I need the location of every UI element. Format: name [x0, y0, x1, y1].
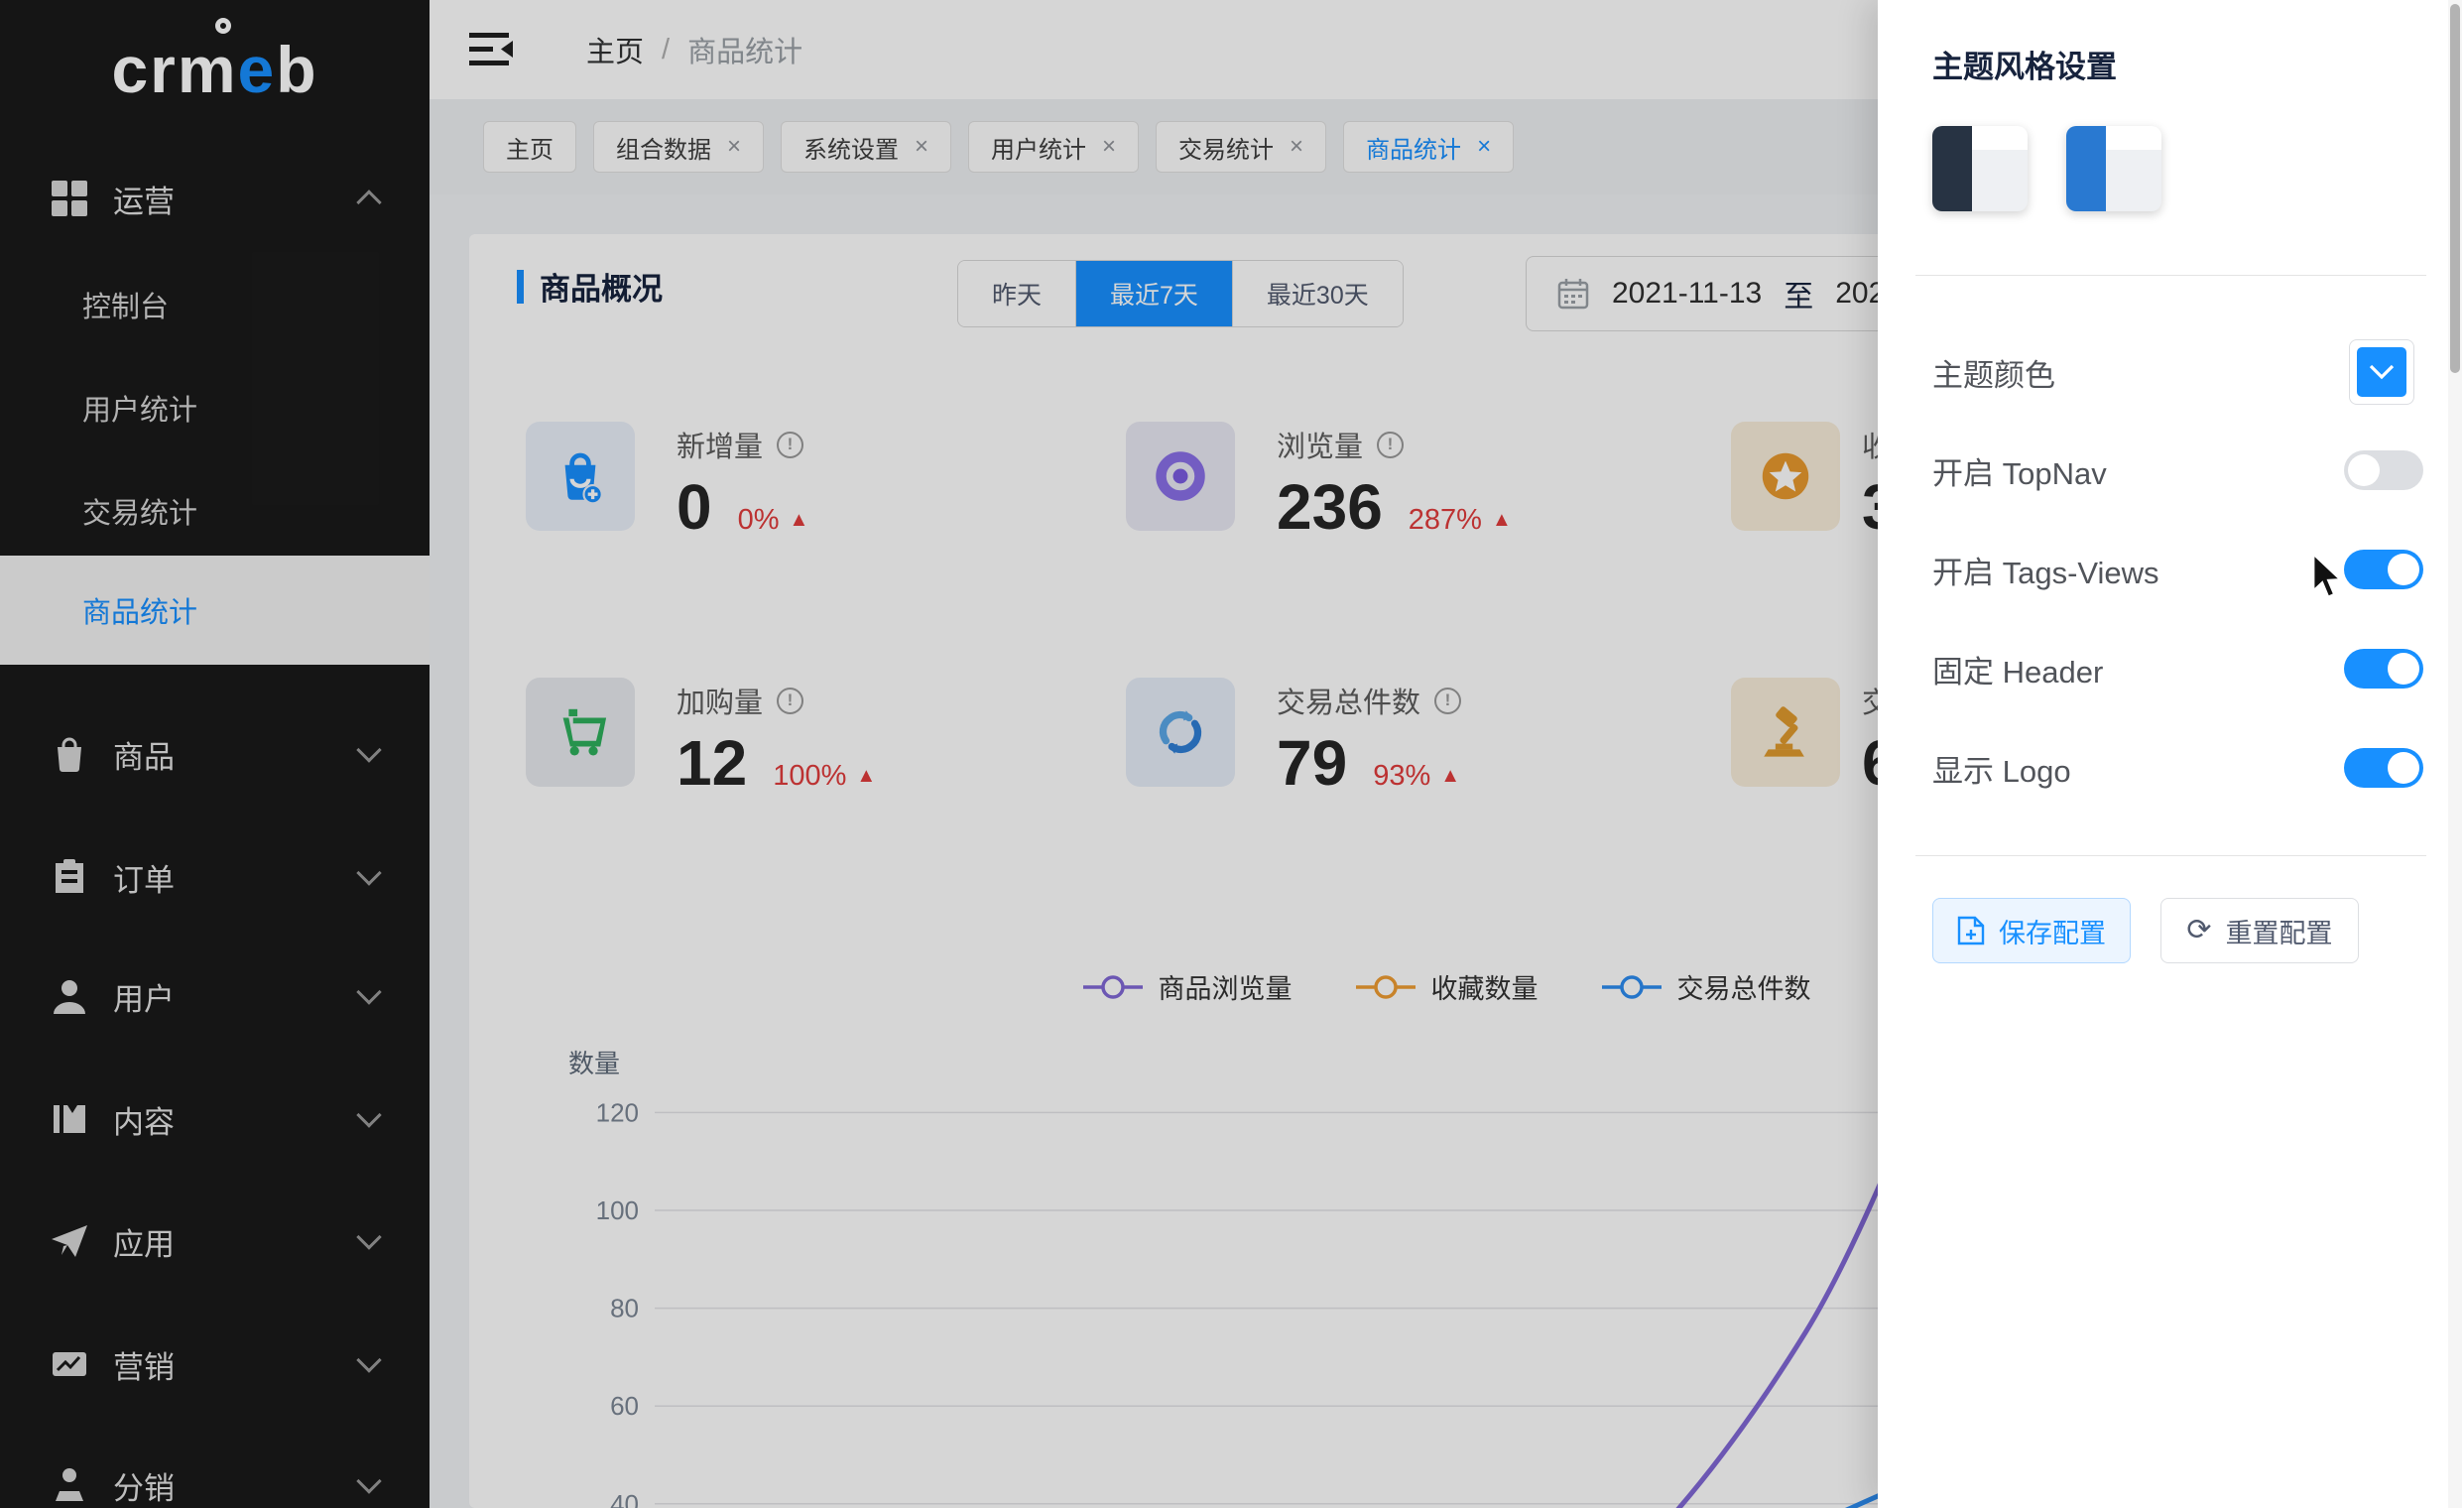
theme-preview-sidebar-dark: [1932, 126, 1972, 211]
modal-overlay[interactable]: [0, 0, 1878, 1508]
theme-color-row: 主题颜色: [1932, 340, 2418, 404]
show-logo-toggle[interactable]: [2344, 748, 2423, 788]
setting-label: 固定 Header: [1932, 647, 2103, 691]
theme-option-dark[interactable]: [1932, 126, 2028, 211]
theme-color-select[interactable]: [2349, 339, 2414, 405]
setting-label: 主题颜色: [1932, 350, 2055, 395]
toggle-knob: [2348, 454, 2380, 486]
theme-option-blue[interactable]: [2066, 126, 2161, 211]
drawer-scrollbar[interactable]: [2448, 0, 2462, 1508]
setting-label: 显示 Logo: [1932, 746, 2071, 791]
setting-label: 开启 TopNav: [1932, 448, 2107, 493]
divider: [1915, 855, 2426, 856]
document-plus-icon: [1957, 916, 1985, 945]
save-button-label: 保存配置: [1999, 912, 2106, 950]
drawer-title: 主题风格设置: [1932, 42, 2117, 86]
chevron-down-icon: [2369, 364, 2395, 380]
divider: [1915, 275, 2426, 276]
fixed-header-row: 固定 Header: [1932, 637, 2418, 700]
color-swatch: [2357, 347, 2406, 397]
tags-views-toggle[interactable]: [2344, 550, 2423, 589]
reset-button-label: 重置配置: [2226, 912, 2333, 950]
mouse-cursor: [2309, 552, 2353, 608]
toggle-knob: [2388, 752, 2419, 784]
refresh-icon: ⟳: [2186, 916, 2211, 945]
app-screen: crmeb 运营 控制台 用户统计 交易统计 商品统计 商品: [0, 0, 2464, 1508]
theme-preview-sidebar-blue: [2066, 126, 2106, 211]
topnav-toggle[interactable]: [2344, 450, 2423, 490]
scrollbar-thumb[interactable]: [2450, 4, 2460, 373]
toggle-knob: [2388, 554, 2419, 585]
theme-preview-header: [2106, 126, 2161, 150]
theme-settings-drawer: 主题风格设置 主题颜色 开启 TopNav 开启: [1878, 0, 2464, 1508]
reset-config-button[interactable]: ⟳ 重置配置: [2160, 898, 2359, 963]
topnav-row: 开启 TopNav: [1932, 439, 2418, 502]
save-config-button[interactable]: 保存配置: [1932, 898, 2131, 963]
setting-label: 开启 Tags-Views: [1932, 548, 2159, 592]
toggle-knob: [2388, 653, 2419, 685]
fixed-header-toggle[interactable]: [2344, 649, 2423, 689]
show-logo-row: 显示 Logo: [1932, 736, 2418, 800]
theme-preview-header: [1972, 126, 2028, 150]
